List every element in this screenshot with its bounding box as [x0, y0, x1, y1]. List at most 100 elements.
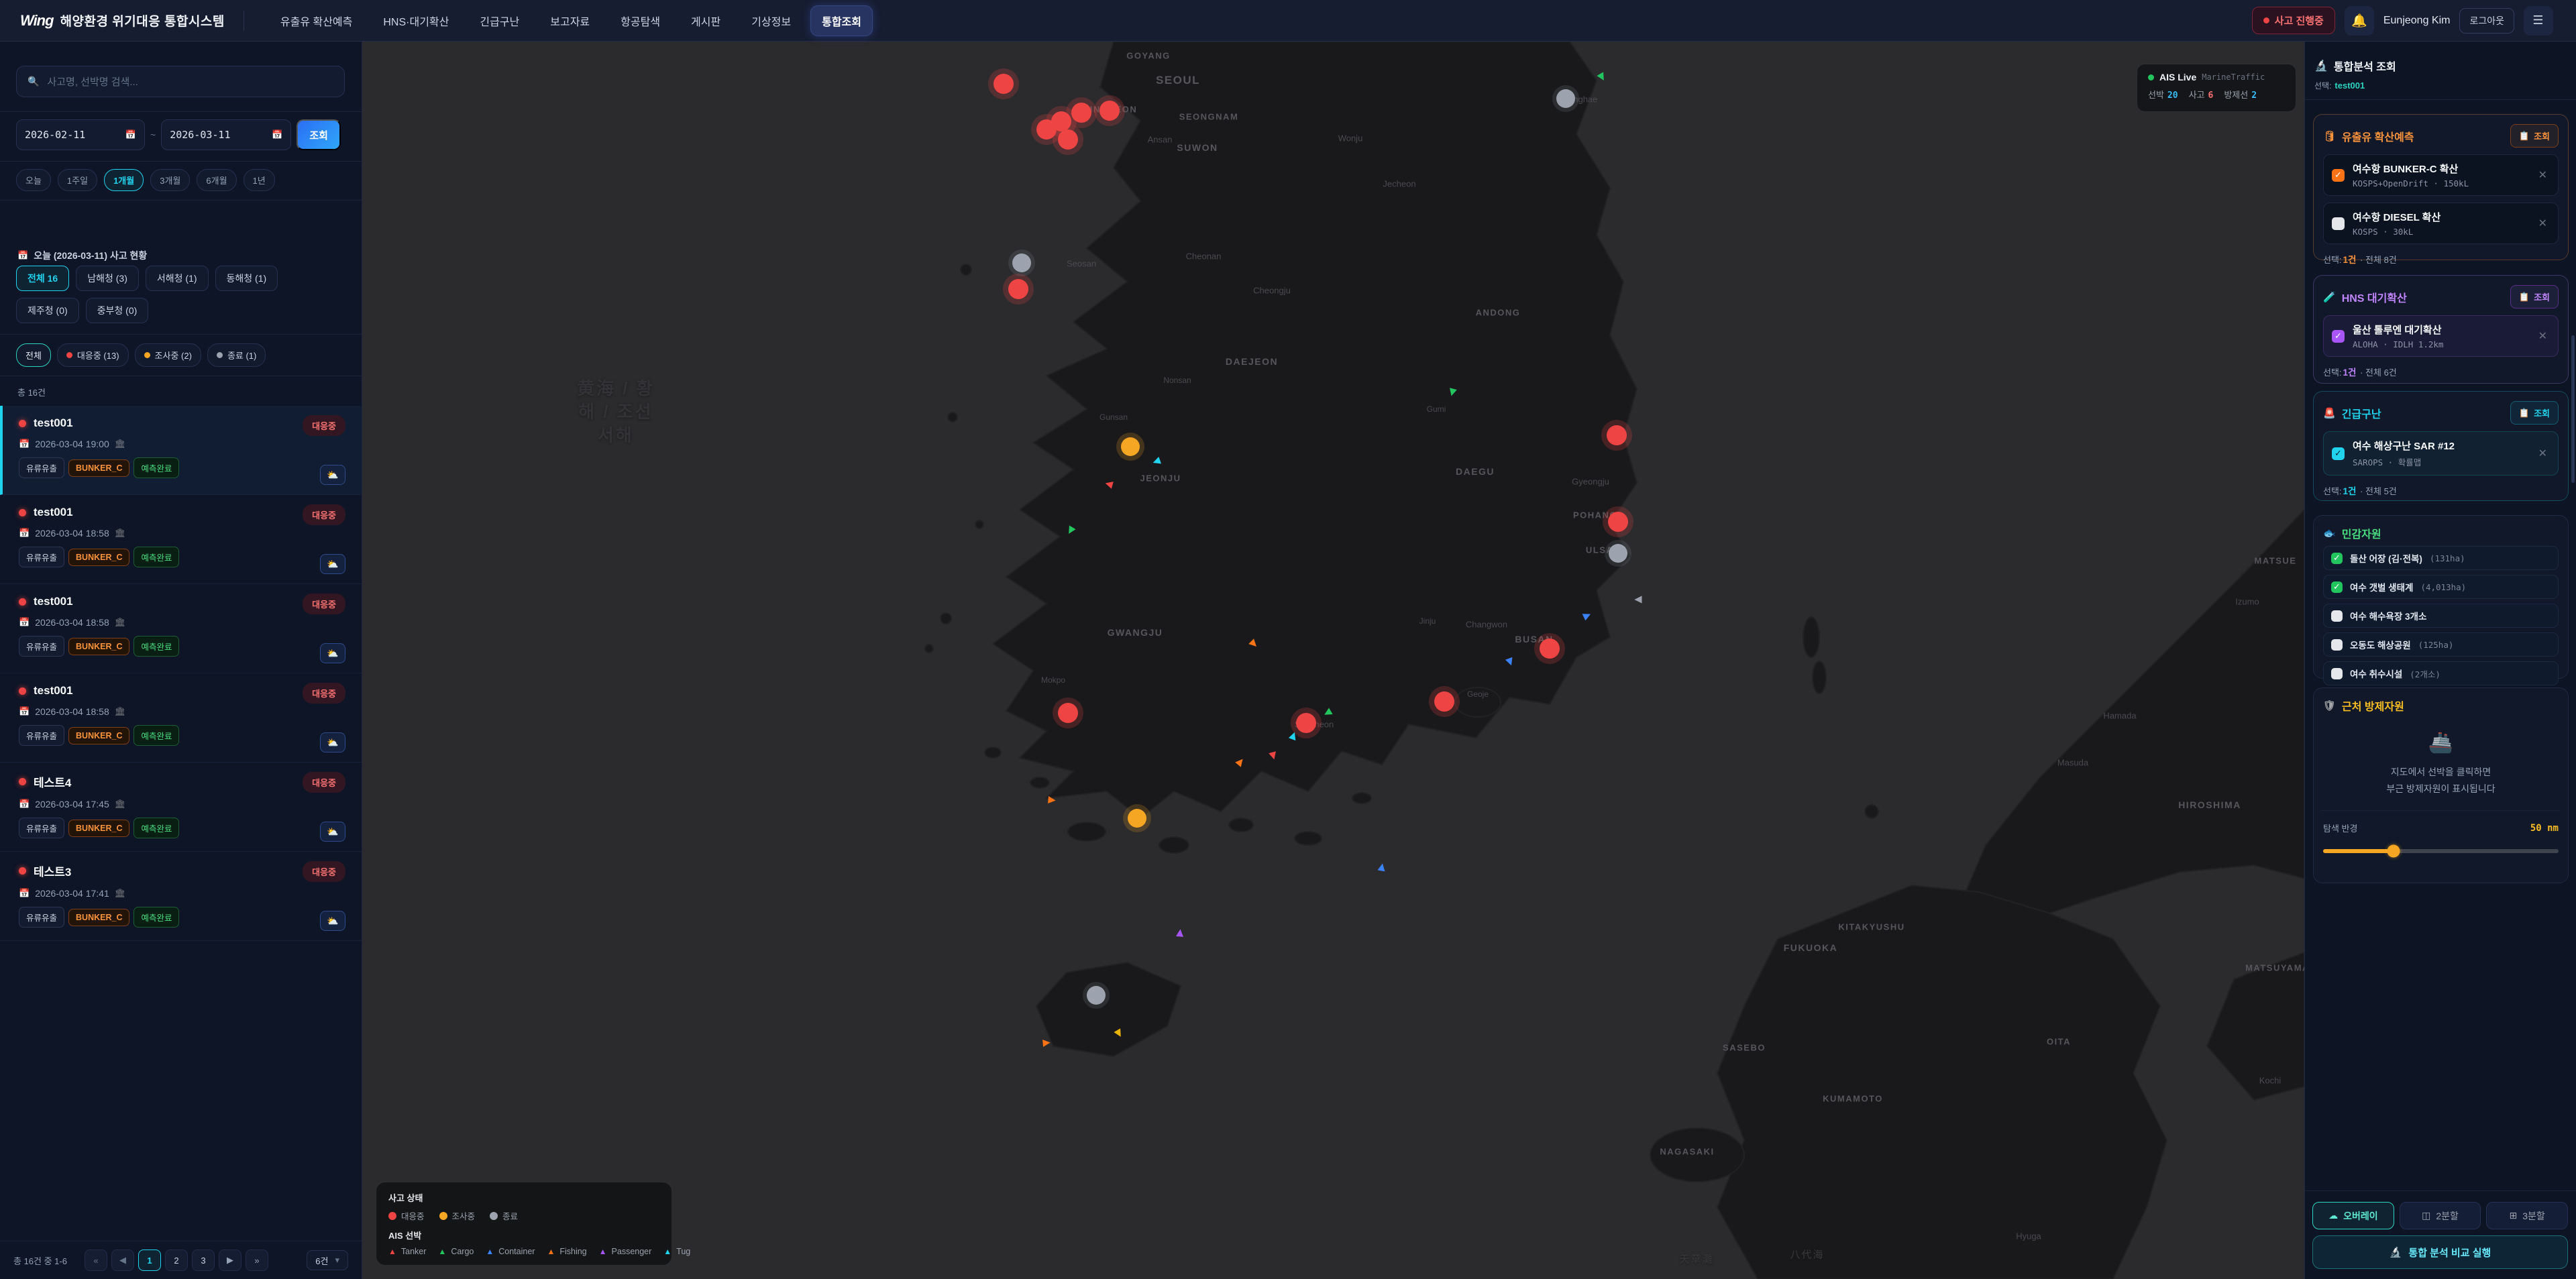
quick-range-1주일[interactable]: 1주일: [58, 169, 97, 191]
page-button-1[interactable]: 1: [138, 1249, 161, 1271]
search-input[interactable]: 🔍 사고명, 선박명 검색...: [16, 66, 345, 97]
close-icon[interactable]: ✕: [2536, 445, 2550, 461]
nav-item-기상정보[interactable]: 기상정보: [741, 6, 802, 36]
incident-marker[interactable]: [1071, 103, 1091, 123]
incident-marker[interactable]: [994, 74, 1014, 94]
weather-button[interactable]: ⛅: [320, 554, 345, 574]
resource-checkbox[interactable]: ✓: [2331, 581, 2343, 593]
region-filter-서해청 (1)[interactable]: 서해청 (1): [146, 266, 209, 291]
nav-item-긴급구난[interactable]: 긴급구난: [469, 6, 530, 36]
sensitive-resource-row[interactable]: ✓ 여수 갯벌 생태계 (4,013ha): [2323, 575, 2559, 599]
incident-card[interactable]: test001 대응중 📅 2026-03-04 18:58 🏛 유류유출 BU…: [0, 673, 362, 763]
logout-button[interactable]: 로그아웃: [2459, 8, 2514, 34]
nav-item-보고자료[interactable]: 보고자료: [539, 6, 600, 36]
hamburger-menu-button[interactable]: ☰: [2524, 6, 2553, 36]
incident-card[interactable]: 테스트3 대응중 📅 2026-03-04 17:41 🏛 유류유출 BUNKE…: [0, 852, 362, 941]
sensitive-resource-row[interactable]: 여수 해수욕장 3개소: [2323, 604, 2559, 628]
weather-button[interactable]: ⛅: [320, 822, 345, 842]
quick-range-1개월[interactable]: 1개월: [104, 169, 144, 191]
close-icon[interactable]: ✕: [2536, 167, 2550, 183]
incident-card[interactable]: test001 대응중 📅 2026-03-04 19:00 🏛 유류유출 BU…: [0, 406, 362, 495]
page-size-select[interactable]: 6건 ▾: [307, 1250, 348, 1270]
sar-query-button[interactable]: 📋 조회: [2510, 401, 2559, 425]
weather-button[interactable]: ⛅: [320, 732, 345, 753]
incident-marker[interactable]: [1008, 279, 1028, 299]
incident-marker[interactable]: [1058, 129, 1078, 150]
page-button-3[interactable]: 3: [192, 1249, 215, 1271]
incident-marker[interactable]: [1012, 254, 1031, 272]
incident-marker[interactable]: [1128, 809, 1146, 828]
nav-item-통합조회[interactable]: 통합조회: [811, 6, 872, 36]
resource-checkbox[interactable]: ✓: [2331, 553, 2343, 564]
status-filter-전체[interactable]: 전체: [16, 343, 51, 367]
incident-marker[interactable]: [1058, 703, 1078, 723]
view-mode-2분할[interactable]: ◫2분할: [2400, 1202, 2481, 1229]
incident-marker[interactable]: [1121, 437, 1140, 456]
incident-inprogress-badge[interactable]: 사고 진행중: [2252, 7, 2335, 34]
oil-query-button[interactable]: 📋 조회: [2510, 124, 2559, 148]
resource-checkbox[interactable]: [2331, 668, 2343, 679]
weather-button[interactable]: ⛅: [320, 643, 345, 663]
incident-marker[interactable]: [1608, 512, 1628, 532]
incident-marker[interactable]: [1296, 713, 1316, 733]
notifications-button[interactable]: 🔔: [2345, 6, 2374, 36]
status-filter-조사중 (2)[interactable]: 조사중 (2): [135, 343, 201, 367]
date-to-input[interactable]: 2026-03-11 📅: [161, 119, 291, 150]
region-filter-제주청 (0)[interactable]: 제주청 (0): [16, 298, 79, 323]
model-checkbox[interactable]: ✓: [2332, 447, 2345, 460]
incident-marker[interactable]: [1087, 986, 1106, 1005]
sensitive-resource-row[interactable]: 여수 취수시설 (2개소): [2323, 661, 2559, 685]
model-checkbox[interactable]: ✓: [2332, 169, 2345, 182]
weather-button[interactable]: ⛅: [320, 911, 345, 931]
incident-card[interactable]: test001 대응중 📅 2026-03-04 18:58 🏛 유류유출 BU…: [0, 495, 362, 584]
last-page-button[interactable]: »: [246, 1249, 268, 1271]
hns-query-button[interactable]: 📋 조회: [2510, 285, 2559, 309]
page-button-2[interactable]: 2: [165, 1249, 188, 1271]
close-icon[interactable]: ✕: [2536, 215, 2550, 231]
quick-range-오늘[interactable]: 오늘: [16, 169, 51, 191]
resource-checkbox[interactable]: [2331, 610, 2343, 622]
next-page-button[interactable]: ▶: [219, 1249, 241, 1271]
sensitive-resource-row[interactable]: ✓ 돌산 어장 (김·전복) (131ha): [2323, 546, 2559, 570]
incident-marker[interactable]: [1099, 101, 1120, 121]
status-filter-대응중 (13)[interactable]: 대응중 (13): [57, 343, 129, 367]
quick-range-6개월[interactable]: 6개월: [197, 169, 236, 191]
analysis-model-item[interactable]: ✓ 울산 톨루엔 대기확산 ALOHA · IDLH 1.2km ✕: [2323, 315, 2559, 357]
incident-card[interactable]: 테스트4 대응중 📅 2026-03-04 17:45 🏛 유류유출 BUNKE…: [0, 763, 362, 852]
region-filter-중부청 (0)[interactable]: 중부청 (0): [86, 298, 149, 323]
view-mode-오버레이[interactable]: ☁오버레이: [2312, 1202, 2394, 1229]
analysis-model-item[interactable]: 여수항 DIESEL 확산 KOSPS · 30kL ✕: [2323, 203, 2559, 244]
incident-marker[interactable]: [1036, 119, 1057, 140]
quick-range-1년[interactable]: 1년: [244, 169, 275, 191]
first-page-button[interactable]: «: [85, 1249, 107, 1271]
sensitive-resource-row[interactable]: 오동도 해상공원 (125ha): [2323, 632, 2559, 657]
slider-thumb[interactable]: [2387, 845, 2400, 858]
panel-scrollbar[interactable]: [2571, 335, 2575, 483]
nav-item-게시판[interactable]: 게시판: [680, 6, 731, 36]
incident-card[interactable]: test001 대응중 📅 2026-03-04 18:58 🏛 유류유출 BU…: [0, 584, 362, 673]
run-comparison-button[interactable]: 🔬 통합 분석 비교 실행: [2312, 1235, 2568, 1269]
incident-marker[interactable]: [1434, 691, 1454, 712]
nav-item-항공탐색[interactable]: 항공탐색: [610, 6, 671, 36]
model-checkbox[interactable]: ✓: [2332, 330, 2345, 343]
quick-range-3개월[interactable]: 3개월: [150, 169, 190, 191]
status-filter-종료 (1)[interactable]: 종료 (1): [207, 343, 266, 367]
view-mode-3분할[interactable]: ⊞3분할: [2486, 1202, 2568, 1229]
nav-item-유출유 확산예측[interactable]: 유출유 확산예측: [270, 6, 364, 36]
nav-item-HNS·대기확산[interactable]: HNS·대기확산: [372, 6, 460, 36]
incident-marker[interactable]: [1609, 544, 1627, 563]
incident-marker[interactable]: [1540, 638, 1560, 659]
prev-page-button[interactable]: ◀: [111, 1249, 134, 1271]
date-from-input[interactable]: 2026-02-11 📅: [16, 119, 145, 150]
weather-button[interactable]: ⛅: [320, 465, 345, 485]
analysis-model-item[interactable]: ✓ 여수 해상구난 SAR #12 SAROPS · 확률맵 ✕: [2323, 431, 2559, 476]
incident-marker[interactable]: [1607, 425, 1627, 445]
region-filter-남해청 (3)[interactable]: 남해청 (3): [76, 266, 139, 291]
incident-marker[interactable]: [1556, 89, 1575, 108]
model-checkbox[interactable]: [2332, 217, 2345, 230]
region-filter-동해청 (1)[interactable]: 동해청 (1): [215, 266, 278, 291]
map-canvas[interactable]: 黄海 / 황해 / 조선서해 GOYANGSEOULSEONGNAMINCHEO…: [362, 42, 2304, 1279]
resource-checkbox[interactable]: [2331, 639, 2343, 651]
close-icon[interactable]: ✕: [2536, 328, 2550, 344]
radius-slider[interactable]: [2323, 849, 2559, 853]
